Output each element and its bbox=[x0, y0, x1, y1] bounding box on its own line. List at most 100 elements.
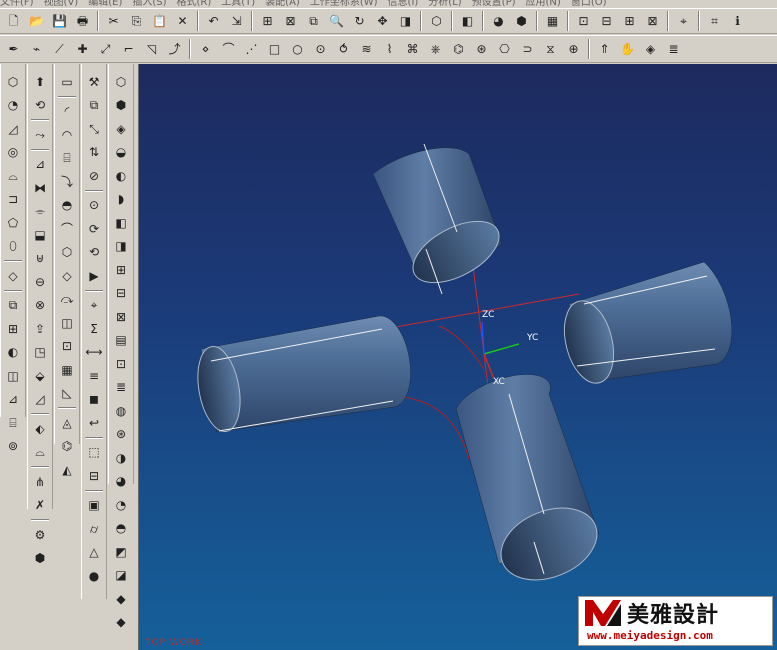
new-file-icon[interactable]: 🗋 bbox=[3, 11, 24, 32]
zoom-area-icon[interactable]: ⧉ bbox=[303, 11, 324, 32]
section-surface-icon[interactable]: ◓ bbox=[57, 195, 78, 217]
draft-icon[interactable]: ◿ bbox=[30, 389, 51, 411]
offset-surface-icon[interactable]: ◫ bbox=[57, 312, 78, 334]
fit-view-icon[interactable]: ⊞ bbox=[257, 11, 278, 32]
assembly-navigator-icon[interactable]: ⊟ bbox=[596, 11, 617, 32]
n-sided-icon[interactable]: ⬡ bbox=[57, 242, 78, 264]
menu-item[interactable]: 应用(N) bbox=[526, 0, 561, 8]
rollback-icon[interactable]: ↩ bbox=[84, 412, 105, 434]
extrude-feature-icon[interactable]: ⬆ bbox=[30, 71, 51, 93]
edit-parameters-icon[interactable]: ⧉ bbox=[84, 95, 105, 117]
hole-icon[interactable]: ◎ bbox=[3, 142, 24, 164]
menu-item[interactable]: 格式(R) bbox=[177, 0, 212, 8]
dimension-icon[interactable]: ⟷ bbox=[84, 342, 105, 364]
subtract-icon[interactable]: ⊖ bbox=[30, 271, 51, 293]
promote-icon[interactable]: ⇪ bbox=[30, 318, 51, 340]
transition-icon[interactable]: ◇ bbox=[57, 265, 78, 287]
face-blend-icon[interactable]: ◒ bbox=[111, 142, 132, 164]
top-cylinder[interactable] bbox=[372, 143, 509, 295]
curve-text-icon[interactable]: ≋ bbox=[356, 39, 377, 60]
user-feature-icon[interactable]: ⚙ bbox=[30, 524, 51, 546]
cut-icon[interactable]: ✂ bbox=[103, 11, 124, 32]
save-icon[interactable]: 💾 bbox=[49, 11, 70, 32]
hand-tool-icon[interactable]: ✋ bbox=[617, 39, 638, 60]
menu-item[interactable]: 信息(I) bbox=[388, 0, 419, 8]
shell-icon[interactable]: ⌸ bbox=[3, 412, 24, 434]
gap-icon[interactable]: ◪ bbox=[111, 565, 132, 587]
open-folder-icon[interactable]: 📂 bbox=[26, 11, 47, 32]
part-navigator-icon[interactable]: ⊡ bbox=[573, 11, 594, 32]
tube-icon[interactable]: ⊚ bbox=[3, 436, 24, 458]
point-set-icon[interactable]: ⌁ bbox=[26, 39, 47, 60]
unite-icon[interactable]: ⊎ bbox=[30, 248, 51, 270]
reflection-icon[interactable]: ◓ bbox=[111, 518, 132, 540]
pan-icon[interactable]: ✥ bbox=[372, 11, 393, 32]
right-cylinder[interactable] bbox=[557, 261, 733, 388]
render-style-icon[interactable]: ⬢ bbox=[511, 11, 532, 32]
left-cylinder[interactable] bbox=[192, 315, 411, 435]
menu-item[interactable]: 预设置(P) bbox=[472, 0, 516, 8]
sketch-icon[interactable]: ◧ bbox=[111, 212, 132, 234]
menu-item[interactable]: 编辑(E) bbox=[88, 0, 122, 8]
expression-list-icon[interactable]: ≣ bbox=[111, 377, 132, 399]
bounded-plane-icon[interactable]: ▭ bbox=[57, 71, 78, 93]
cylinder-icon[interactable]: ⌭ bbox=[84, 518, 105, 540]
info-icon[interactable]: ℹ bbox=[727, 11, 748, 32]
rotate-icon[interactable]: ↻ bbox=[349, 11, 370, 32]
ellipse-icon[interactable]: ⊙ bbox=[310, 39, 331, 60]
view-orient-icon[interactable]: ⬡ bbox=[426, 11, 447, 32]
delete-icon[interactable]: ✕ bbox=[172, 11, 193, 32]
chamfer-icon[interactable]: ◿ bbox=[3, 118, 24, 140]
replace-icon[interactable]: ⟳ bbox=[84, 218, 105, 240]
basic-curve-icon[interactable]: ✚ bbox=[72, 39, 93, 60]
feature-block-icon[interactable]: ⬡ bbox=[3, 71, 24, 93]
menu-item[interactable]: 分析(L) bbox=[428, 0, 461, 8]
curvature-icon[interactable]: ◕ bbox=[111, 471, 132, 493]
join-icon[interactable]: ⌘ bbox=[402, 39, 423, 60]
boss-icon[interactable]: ⌓ bbox=[3, 165, 24, 187]
projection-icon[interactable]: ◨ bbox=[111, 236, 132, 258]
shaded-icon[interactable]: ◧ bbox=[457, 11, 478, 32]
law-extension-icon[interactable]: ◺ bbox=[57, 383, 78, 405]
unsuppress-icon[interactable]: ⊙ bbox=[84, 195, 105, 217]
rib-icon[interactable]: ⋔ bbox=[30, 471, 51, 493]
layer-icon[interactable]: ▦ bbox=[542, 11, 563, 32]
menu-item[interactable]: 插入(S) bbox=[132, 0, 166, 8]
face-analysis-icon[interactable]: ◔ bbox=[111, 494, 132, 516]
pocket-icon[interactable]: ⊐ bbox=[3, 189, 24, 211]
sphere-icon[interactable]: ● bbox=[84, 565, 105, 587]
cone-icon[interactable]: △ bbox=[84, 542, 105, 564]
divide-icon[interactable]: ⧖ bbox=[540, 39, 561, 60]
wcs-icon[interactable]: ⌖ bbox=[673, 11, 694, 32]
ruled-icon[interactable]: ◜ bbox=[57, 101, 78, 123]
soft-blend-icon[interactable]: ◐ bbox=[111, 165, 132, 187]
silhouette-icon[interactable]: ◑ bbox=[111, 447, 132, 469]
playback-icon[interactable]: ▶ bbox=[84, 265, 105, 287]
select-icon[interactable]: ⇲ bbox=[226, 11, 247, 32]
extract-icon[interactable]: ⎔ bbox=[494, 39, 515, 60]
copy-icon[interactable]: ⎘ bbox=[126, 11, 147, 32]
solid-density-icon[interactable]: ◼ bbox=[84, 389, 105, 411]
patch-icon[interactable]: ⬓ bbox=[30, 224, 51, 246]
suppress-icon[interactable]: ⊘ bbox=[84, 165, 105, 187]
library-icon[interactable]: ⬢ bbox=[30, 548, 51, 570]
polyline-icon[interactable]: ⌒ bbox=[218, 39, 239, 60]
wrap-icon[interactable]: ◳ bbox=[30, 342, 51, 364]
pattern-icon[interactable]: ⊞ bbox=[3, 318, 24, 340]
circle-icon[interactable]: ○ bbox=[287, 39, 308, 60]
perspective-icon[interactable]: ◨ bbox=[395, 11, 416, 32]
zoom-icon[interactable]: 🔍 bbox=[326, 11, 347, 32]
model-scene[interactable]: ZC YC XC bbox=[139, 64, 777, 650]
table-icon[interactable]: ▤ bbox=[111, 330, 132, 352]
through-curves-icon[interactable]: ◠ bbox=[57, 124, 78, 146]
measure-icon[interactable]: ⊟ bbox=[111, 283, 132, 305]
delete-face-icon[interactable]: ✗ bbox=[30, 495, 51, 517]
remove-parameters-icon[interactable]: ⊟ bbox=[84, 465, 105, 487]
groove-icon[interactable]: ◇ bbox=[3, 265, 24, 287]
section-view-icon[interactable]: ⊠ bbox=[111, 306, 132, 328]
bridge-surface-icon[interactable]: ⌒ bbox=[57, 218, 78, 240]
spline-icon[interactable]: ⤢ bbox=[95, 39, 116, 60]
project-icon[interactable]: ⎈ bbox=[425, 39, 446, 60]
swept-icon[interactable]: ⤵ bbox=[57, 171, 78, 193]
menu-item[interactable]: 文件(F) bbox=[0, 0, 34, 8]
